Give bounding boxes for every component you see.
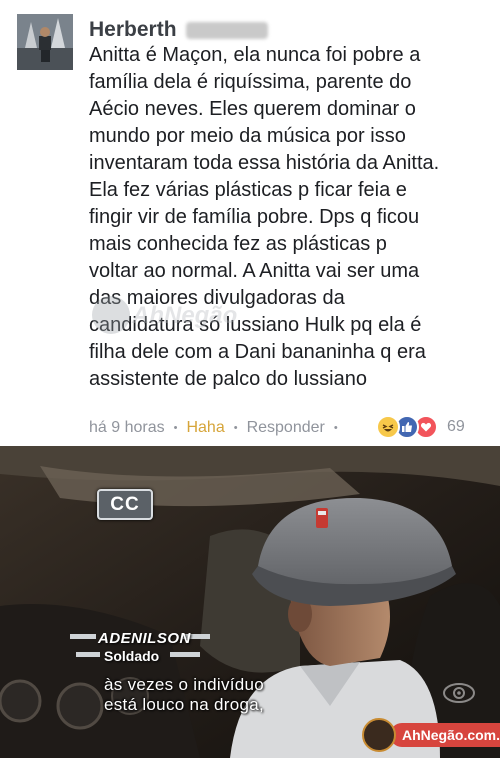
reaction-count[interactable]: 69 bbox=[447, 418, 465, 436]
subtitle-text: às vezes o indivíduo está louco na droga… bbox=[104, 675, 265, 714]
comment-actions: há 9 horas • Haha • Responder • bbox=[89, 416, 347, 440]
redacted-surname bbox=[186, 22, 268, 39]
watermark-logo: AhNegão bbox=[92, 294, 252, 338]
lower-third-caption: ADENILSON Soldado bbox=[70, 628, 220, 670]
author-name[interactable]: Herberth bbox=[89, 18, 177, 42]
comment-text: Anitta é Maçon, ela nunca foi pobre a fa… bbox=[89, 44, 440, 390]
separator-dot: • bbox=[333, 422, 338, 434]
separator-dot: • bbox=[173, 422, 178, 434]
lower-third-bar bbox=[170, 652, 200, 657]
author-avatar[interactable] bbox=[17, 14, 73, 70]
lower-third-bar bbox=[70, 634, 96, 639]
lower-third-bar bbox=[76, 652, 100, 657]
comment-timestamp[interactable]: há 9 horas bbox=[89, 419, 165, 437]
watermark-mascot-icon bbox=[92, 296, 130, 334]
haha-reaction-link[interactable]: Haha bbox=[186, 419, 224, 437]
tv-screenshot: CC ADENILSON Soldado às vezes o indivídu… bbox=[0, 446, 500, 758]
separator-dot: • bbox=[233, 422, 238, 434]
site-url: AhNegão.com.br bbox=[390, 723, 500, 747]
lower-third-role: Soldado bbox=[104, 648, 160, 664]
facebook-comment: Herberth Anitta é Maçon, ela nunca foi p… bbox=[0, 0, 500, 446]
reply-link[interactable]: Responder bbox=[247, 419, 325, 437]
closed-caption-badge: CC bbox=[97, 489, 153, 520]
site-watermark[interactable]: AhNegão.com.br bbox=[362, 718, 500, 752]
reaction-summary[interactable]: 69 bbox=[376, 414, 465, 440]
mascot-icon bbox=[362, 718, 396, 752]
broadcaster-eye-icon bbox=[443, 683, 475, 703]
watermark-text: AhNegão bbox=[132, 302, 238, 329]
haha-icon bbox=[376, 415, 400, 439]
lower-third-name: ADENILSON bbox=[98, 630, 191, 647]
